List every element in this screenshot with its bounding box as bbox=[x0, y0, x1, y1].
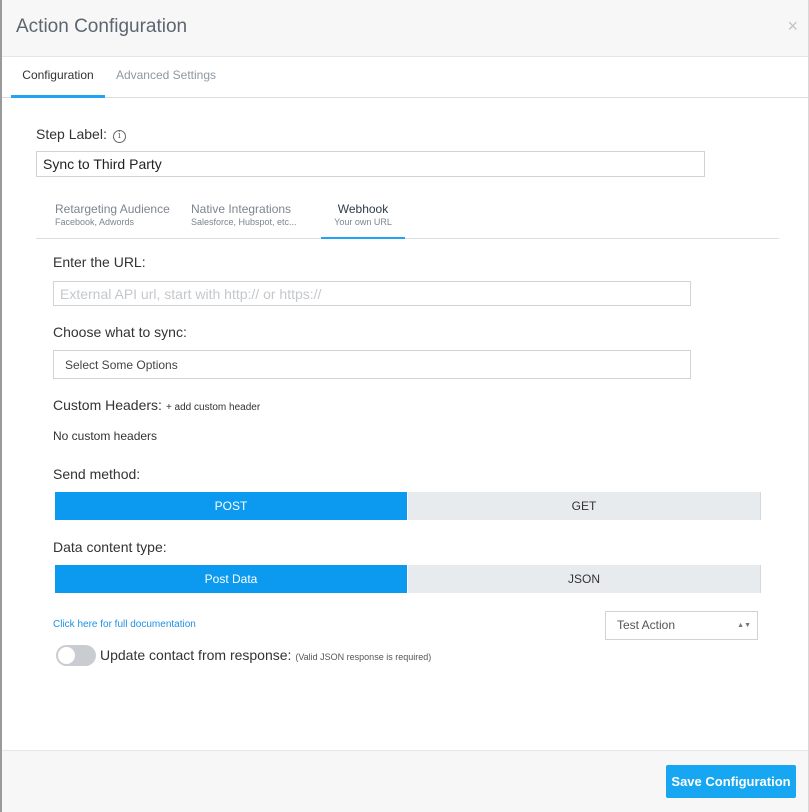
add-custom-header-link[interactable]: + add custom header bbox=[166, 402, 260, 413]
send-method-post[interactable]: POST bbox=[55, 492, 408, 520]
test-action-value: Test Action bbox=[617, 618, 676, 632]
select-caret-icon: ▲▼ bbox=[737, 622, 751, 629]
test-action-select[interactable]: Test Action ▲▼ bbox=[605, 611, 758, 640]
action-configuration-modal: Action Configuration × Configuration Adv… bbox=[0, 0, 809, 812]
update-contact-label: Update contact from response: bbox=[100, 647, 292, 663]
subtab-retargeting-subtitle: Facebook, Adwords bbox=[55, 217, 135, 227]
documentation-link[interactable]: Click here for full documentation bbox=[53, 619, 196, 630]
sync-options-select[interactable]: Select Some Options bbox=[53, 350, 691, 379]
step-label-text: Step Label: bbox=[36, 126, 107, 142]
send-method-toggle: POST GET bbox=[55, 492, 761, 520]
subtab-native-integrations[interactable]: Native Integrations Salesforce, Hubspot,… bbox=[191, 195, 297, 239]
content-type-post-data[interactable]: Post Data bbox=[55, 565, 408, 593]
info-icon[interactable]: i bbox=[112, 130, 126, 143]
subtab-retargeting-audience[interactable]: Retargeting Audience Facebook, Adwords bbox=[55, 195, 170, 239]
update-contact-note: (Valid JSON response is required) bbox=[295, 652, 432, 662]
close-icon[interactable]: × bbox=[787, 16, 798, 36]
send-method-label: Send method: bbox=[53, 466, 141, 482]
step-label-heading: Step Label: i bbox=[36, 126, 126, 143]
tab-configuration[interactable]: Configuration bbox=[11, 57, 105, 98]
step-label-input[interactable] bbox=[36, 151, 705, 177]
subtab-native-subtitle: Salesforce, Hubspot, etc... bbox=[191, 217, 297, 227]
sync-label: Choose what to sync: bbox=[53, 324, 187, 340]
subtab-webhook[interactable]: Webhook Your own URL bbox=[321, 195, 405, 239]
main-tabs: Configuration Advanced Settings bbox=[2, 57, 808, 98]
update-contact-toggle[interactable] bbox=[56, 645, 96, 666]
subtab-retargeting-title: Retargeting Audience bbox=[55, 202, 170, 216]
modal-title: Action Configuration bbox=[16, 16, 188, 37]
toggle-knob bbox=[58, 647, 75, 664]
content-type-label: Data content type: bbox=[53, 539, 167, 555]
content-type-json[interactable]: JSON bbox=[408, 565, 761, 593]
subtab-webhook-title: Webhook bbox=[337, 202, 389, 216]
url-input[interactable] bbox=[53, 281, 691, 306]
update-contact-heading: Update contact from response: (Valid JSO… bbox=[100, 647, 431, 663]
custom-headers-heading: Custom Headers: + add custom header bbox=[53, 397, 260, 413]
integration-type-tabs: Retargeting Audience Facebook, Adwords N… bbox=[36, 195, 779, 239]
content-type-toggle: Post Data JSON bbox=[55, 565, 761, 593]
modal-footer: Save Configuration bbox=[2, 750, 808, 812]
save-configuration-button[interactable]: Save Configuration bbox=[666, 765, 796, 798]
send-method-get[interactable]: GET bbox=[408, 492, 761, 520]
subtab-webhook-subtitle: Your own URL bbox=[334, 217, 392, 227]
modal-header: Action Configuration × bbox=[2, 0, 808, 57]
custom-headers-label: Custom Headers: bbox=[53, 397, 162, 413]
subtab-native-title: Native Integrations bbox=[191, 202, 292, 216]
no-custom-headers-text: No custom headers bbox=[53, 429, 158, 443]
url-label: Enter the URL: bbox=[53, 254, 146, 270]
tab-advanced-settings[interactable]: Advanced Settings bbox=[110, 57, 222, 98]
